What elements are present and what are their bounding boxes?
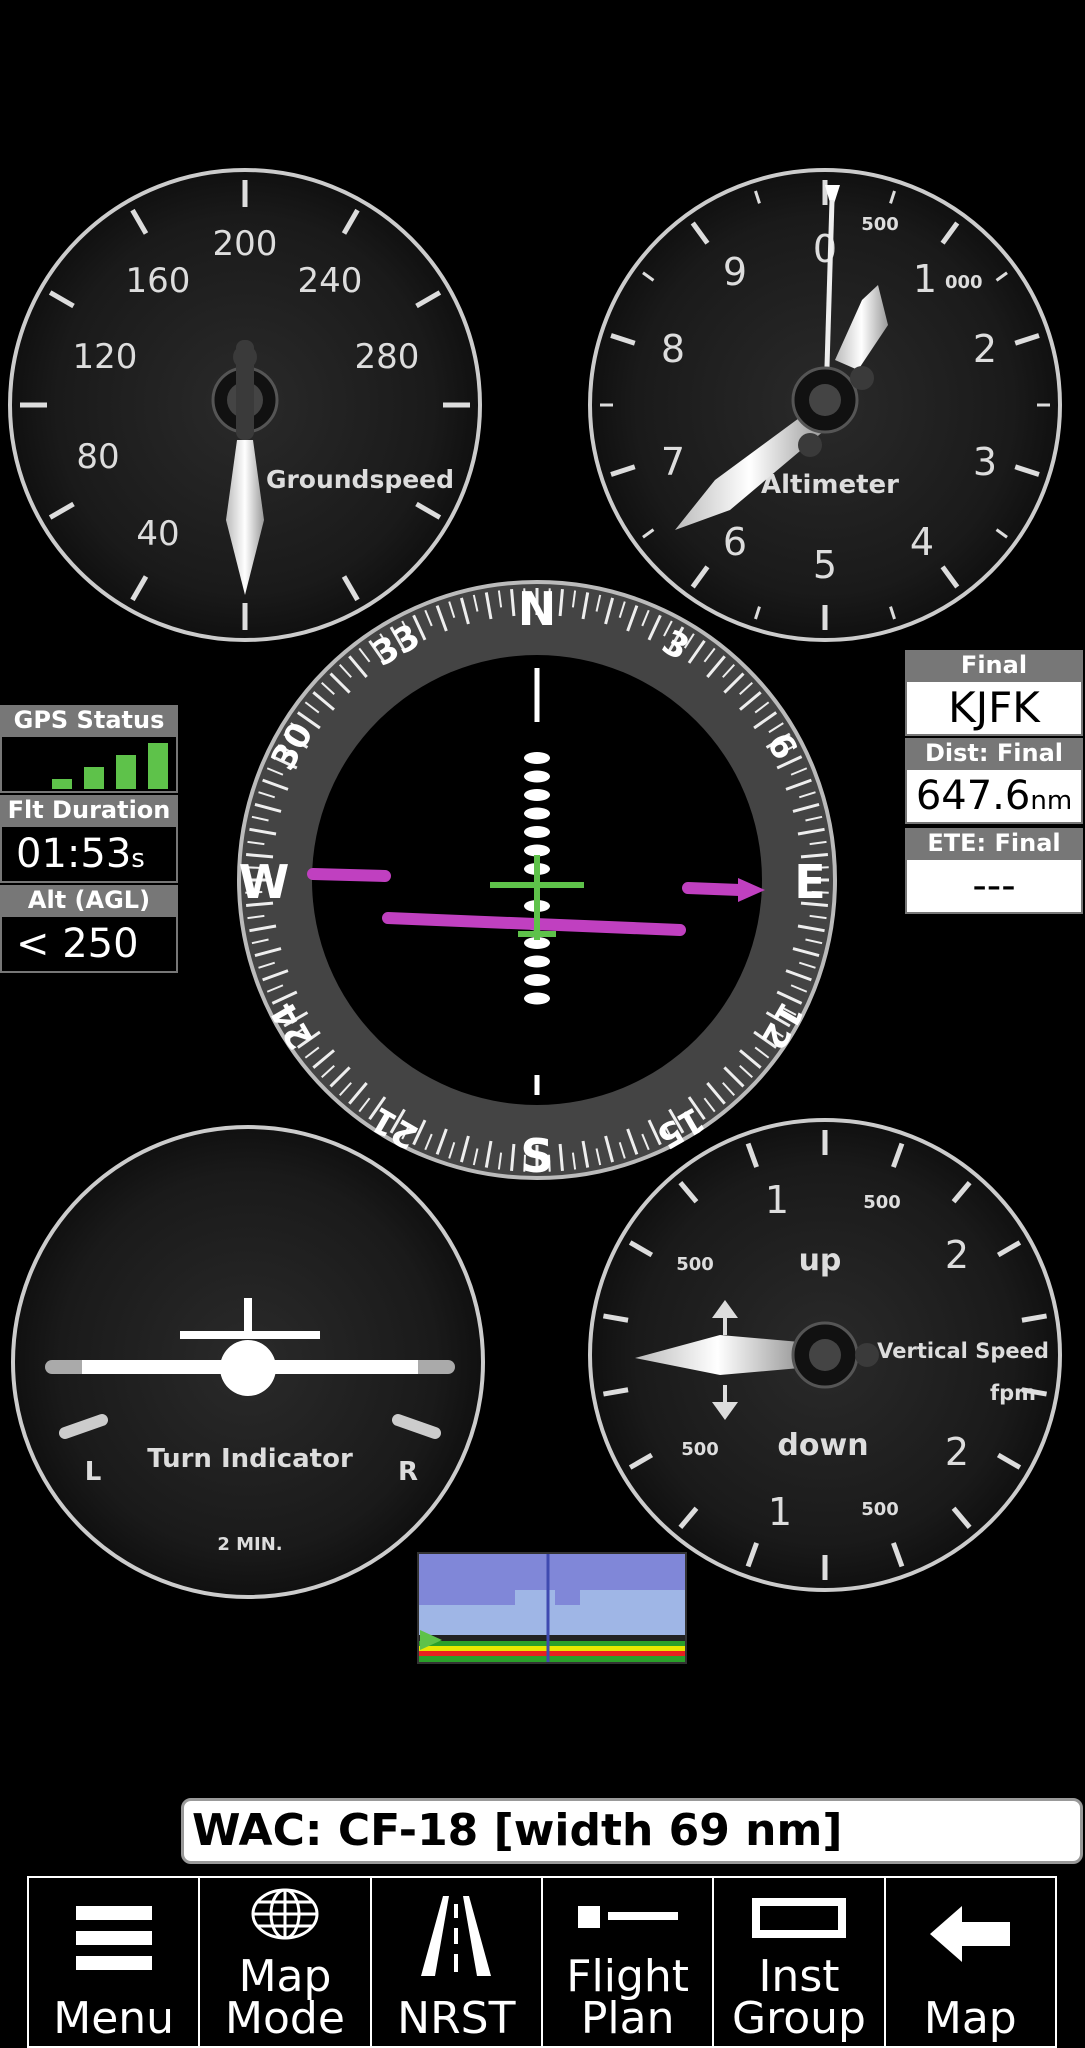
flight-plan-label-line2: Plan (580, 1993, 675, 2044)
menu-label: Menu (53, 1993, 175, 2044)
gs-tick-280: 280 (355, 337, 420, 377)
vsi-up-label: up (799, 1243, 842, 1278)
dist-final-label: Dist: Final (905, 738, 1083, 768)
heading-n: N (518, 582, 557, 636)
nrst-button-label: NRST (372, 1997, 541, 2041)
alt-agl-label: Alt (AGL) (0, 885, 178, 915)
inst-group-button-label: Inst Group (714, 1951, 883, 2044)
gs-tick-120: 120 (73, 337, 138, 377)
alt-num-7: 7 (661, 440, 685, 484)
map-button[interactable]: Map (886, 1878, 1055, 2046)
flight-plan-button[interactable]: Flight Plan (543, 1878, 715, 2046)
groundspeed-gauge: 200 160 240 120 280 80 40 Groundspeed (8, 168, 482, 642)
vertical-profile-view[interactable] (417, 1552, 687, 1664)
vsi-down-label: down (777, 1428, 868, 1463)
vsi-up-2: 2 (945, 1233, 969, 1277)
map-mode-label-line2: Mode (225, 1993, 345, 2044)
inst-group-label-line2: Group (731, 1993, 866, 2044)
flight-plan-icon (577, 1906, 678, 1930)
turn-time-label: 2 MIN. (217, 1534, 282, 1555)
vsi-up-500: 500 (676, 1254, 714, 1275)
map-button-label: Map (886, 1997, 1055, 2041)
alt-agl-value: < 250 (0, 915, 178, 973)
map-mode-button-label: Map Mode (200, 1951, 369, 2044)
gps-status-label: GPS Status (0, 705, 178, 735)
final-label: Final (905, 650, 1083, 680)
dist-final-value: 647.6nm (905, 768, 1083, 824)
altimeter-label: Altimeter (761, 470, 899, 500)
flt-duration-unit: s (131, 844, 145, 874)
gs-tick-240: 240 (298, 261, 363, 301)
bottom-toolbar: Menu Map Mode NRST Flight Plan Inst Grou… (27, 1876, 1057, 2048)
menu-button-label: Menu (29, 1997, 198, 2041)
flt-duration-time: 01:53 (16, 831, 132, 877)
vsi-down-1: 1 (768, 1490, 792, 1534)
gps-status-bars (0, 735, 178, 793)
vsi-down-500: 500 (681, 1439, 719, 1460)
inst-group-label-line1: Inst (758, 1951, 840, 2002)
flight-plan-label-line1: Flight (566, 1951, 690, 2002)
alt-num-9: 9 (723, 250, 747, 294)
alt-num-5: 5 (813, 543, 837, 587)
turn-left-label: L (85, 1457, 102, 1487)
nrst-label: NRST (397, 1993, 516, 2044)
course-pointer-tail (307, 868, 391, 882)
altimeter-gauge: 0 1 000 500 2 3 4 5 6 7 8 9 Altimeter (588, 168, 1062, 642)
vsi-up-1500: 500 (863, 1192, 901, 1213)
flight-plan-button-label: Flight Plan (543, 1951, 712, 2044)
chart-status-bar[interactable]: WAC: CF-18 [width 69 nm] (181, 1798, 1083, 1864)
heading-s: S (520, 1129, 553, 1183)
map-mode-label-line1: Map (238, 1951, 332, 2002)
vertical-speed-gauge: 1 2 500 500 up 2 1 500 500 down Vertical… (588, 1118, 1062, 1592)
alt-num-6: 6 (723, 520, 747, 564)
vsi-unit: fpm (990, 1381, 1036, 1405)
dist-final-number: 647.6 (915, 773, 1031, 819)
alt-sub-500: 500 (861, 214, 899, 235)
dist-final-unit: nm (1030, 786, 1073, 816)
vsi-label: Vertical Speed (877, 1339, 1049, 1363)
heading-indicator: N E S W 3 6 12 15 21 24 30 33 (237, 580, 837, 1183)
alt-num-4: 4 (910, 520, 934, 564)
menu-button[interactable]: Menu (29, 1878, 201, 2046)
turn-indicator: L R Turn Indicator 2 MIN. (11, 1125, 485, 1599)
alt-num-2: 2 (973, 327, 997, 371)
flt-duration-label: Flt Duration (0, 795, 178, 825)
gs-tick-200: 200 (213, 224, 278, 264)
flt-duration-value: 01:53s (0, 825, 178, 883)
final-value: KJFK (905, 680, 1083, 736)
vsi-up-1: 1 (765, 1178, 789, 1222)
heading-e: E (794, 855, 825, 909)
groundspeed-label: Groundspeed (266, 465, 454, 494)
map-label: Map (923, 1993, 1017, 2044)
turn-indicator-label: Turn Indicator (147, 1444, 353, 1474)
runway-icon (421, 1896, 492, 1976)
menu-icon (75, 1906, 152, 1970)
turn-aircraft-symbol (220, 1340, 276, 1396)
globe-icon (251, 1888, 319, 1940)
inst-group-button[interactable]: Inst Group (714, 1878, 886, 2046)
alt-num-1: 1 (913, 257, 937, 301)
alt-num-8: 8 (661, 327, 685, 371)
alt-num-3: 3 (973, 440, 997, 484)
gs-tick-80: 80 (76, 437, 119, 477)
ete-final-value: --- (905, 858, 1083, 914)
ete-final-label: ETE: Final (905, 828, 1083, 858)
nrst-button[interactable]: NRST (372, 1878, 543, 2046)
vsi-down-1500: 500 (861, 1499, 899, 1520)
alt-sub-1000: 000 (945, 272, 983, 293)
inst-group-icon (751, 1898, 846, 1938)
turn-right-label: R (398, 1457, 418, 1487)
map-mode-button[interactable]: Map Mode (200, 1878, 372, 2046)
gs-tick-40: 40 (136, 514, 179, 554)
heading-w: W (239, 855, 290, 909)
arrow-left-icon (930, 1906, 1011, 1962)
vsi-down-2: 2 (945, 1430, 969, 1474)
gs-tick-160: 160 (126, 261, 191, 301)
